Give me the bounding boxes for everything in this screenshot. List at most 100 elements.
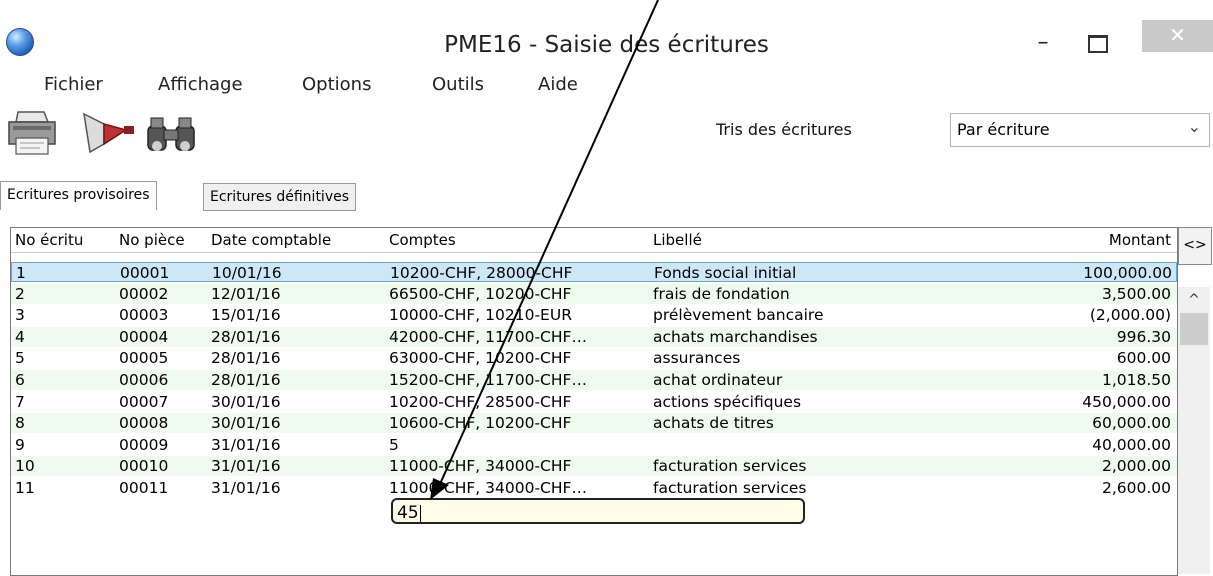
row-no-piece: 00002 [119,284,169,303]
row-no-piece: 00003 [119,306,169,325]
row-montant: 996.30 [1116,327,1171,346]
row-comptes: 11000-CHF, 34000-CHF… [389,479,587,497]
tab-ecritures-definitives[interactable]: Ecritures définitives [203,183,357,211]
table-row[interactable]: 4 00004 28/01/16 42000-CHF, 11700-CHF… achat… [11,326,1177,347]
maximize-icon [1088,35,1108,53]
row-date: 30/01/16 [211,414,281,433]
table-row[interactable]: 6 00006 28/01/16 15200-CHF, 11700-CHF… achat… [11,370,1177,390]
row-montant: (2,000.00) [1089,306,1171,325]
maximize-button[interactable] [1082,30,1112,58]
row-date: 31/01/16 [211,479,281,497]
printer-icon[interactable] [4,108,62,158]
menu-fichier[interactable]: Fichier [44,74,103,95]
row-no-ecriture: 9 [15,435,25,454]
row-no-piece: 00011 [119,479,169,497]
row-montant: 100,000.00 [1083,264,1172,282]
row-libelle: frais de fondation [653,284,790,303]
row-no-ecriture: 5 [15,349,25,368]
row-no-ecriture: 6 [15,371,25,389]
row-date: 28/01/16 [211,327,281,346]
row-date: 30/01/16 [211,392,281,411]
header-date-comptable[interactable]: Date comptable [211,231,371,249]
header-libelle[interactable]: Libellé [653,231,973,249]
row-no-ecriture: 4 [15,327,25,346]
inline-account-editor[interactable]: 45 [391,498,805,524]
row-no-ecriture: 3 [15,306,25,325]
menu-bar: Fichier Affichage Options Outils Aide [0,66,1213,100]
scroll-thumb[interactable] [1180,313,1208,345]
row-no-piece: 00010 [119,457,169,476]
sort-select[interactable]: Par écriture ⌄ [950,113,1210,147]
text-caret [419,504,421,522]
row-date: 15/01/16 [211,306,281,325]
table-row[interactable]: 9 00009 31/01/16 5 40,000.00 [11,435,1177,455]
table-row[interactable]: 7 00007 30/01/16 10200-CHF, 28500-CHF action… [11,392,1177,412]
menu-aide[interactable]: Aide [538,74,578,95]
row-no-piece: 00006 [119,371,169,389]
header-comptes[interactable]: Comptes [389,231,639,249]
row-montant: 60,000.00 [1092,414,1171,433]
row-no-piece: 00008 [119,414,169,433]
header-no-piece[interactable]: No pièce [119,231,199,249]
row-comptes: 42000-CHF, 11700-CHF… [389,327,587,346]
row-no-ecriture: 8 [15,414,25,433]
table-row[interactable]: 10 00010 31/01/16 11000-CHF, 34000-CHF factu… [11,456,1177,477]
table-row[interactable]: 1 00001 10/01/16 10200-CHF, 28000-CHF Fonds … [11,262,1177,282]
header-montant[interactable]: Montant [991,231,1171,249]
row-libelle: prélèvement bancaire [653,306,824,325]
row-date: 28/01/16 [211,349,281,368]
menu-affichage[interactable]: Affichage [158,74,243,95]
tab-strip: Ecritures provisoires Ecritures définiti… [0,181,1213,211]
row-montant: 40,000.00 [1092,435,1171,454]
table-row[interactable]: 2 00002 12/01/16 66500-CHF, 10200-CHF frais … [11,283,1177,304]
table-row[interactable]: 8 00008 30/01/16 10600-CHF, 10200-CHF achats… [11,413,1177,434]
scroll-up-icon[interactable]: ^ [1178,287,1210,311]
table-row[interactable]: 3 00003 15/01/16 10000-CHF, 10210-EUR prélèv… [11,305,1177,325]
row-comptes: 63000-CHF, 10200-CHF [389,349,572,368]
row-no-piece: 00001 [120,264,170,282]
chevron-down-icon: ⌄ [1187,117,1201,136]
filter-funnel-icon[interactable] [80,108,138,158]
sort-select-value: Par écriture [957,120,1050,139]
row-comptes: 10000-CHF, 10210-EUR [389,306,572,325]
row-no-ecriture: 10 [15,457,35,476]
menu-options[interactable]: Options [302,74,371,95]
row-libelle: facturation services [653,457,807,476]
binoculars-icon[interactable] [142,108,200,158]
row-date: 12/01/16 [211,284,281,303]
row-libelle: achats marchandises [653,327,818,346]
row-libelle: Fonds social initial [654,264,797,282]
row-no-ecriture: 2 [15,284,25,303]
table-row[interactable]: 5 00005 28/01/16 63000-CHF, 10200-CHF assura… [11,348,1177,368]
vertical-scrollbar[interactable]: ^ [1178,287,1210,574]
minimize-button[interactable]: – [1028,30,1058,58]
row-no-piece: 00005 [119,349,169,368]
row-comptes: 10200-CHF, 28000-CHF [390,264,573,282]
column-toggle-button[interactable]: <> [1178,227,1212,265]
row-no-piece: 00009 [119,435,169,454]
row-montant: 450,000.00 [1082,392,1171,411]
row-no-ecriture: 11 [15,479,35,497]
table-row[interactable]: 11 00011 31/01/16 11000-CHF, 34000-CHF… fact… [11,478,1177,498]
row-no-piece: 00007 [119,392,169,411]
header-no-ecriture[interactable]: No écritu [15,231,107,249]
row-montant: 600.00 [1116,349,1171,368]
row-no-ecriture: 1 [16,264,26,282]
row-libelle: assurances [653,349,741,368]
row-libelle: facturation services [653,479,807,497]
row-no-piece: 00004 [119,327,169,346]
row-montant: 1,018.50 [1101,371,1171,389]
row-comptes: 5 [389,435,399,454]
row-comptes: 11000-CHF, 34000-CHF [389,457,572,476]
row-libelle: actions spécifiques [653,392,802,411]
row-comptes: 10600-CHF, 10200-CHF [389,414,572,433]
row-libelle: achat ordinateur [653,371,783,389]
title-bar: PME16 - Saisie des écritures – ✕ [0,10,1213,60]
row-libelle: achats de titres [653,414,774,433]
close-button[interactable]: ✕ [1142,20,1213,52]
menu-outils[interactable]: Outils [432,74,484,95]
row-montant: 3,500.00 [1101,284,1171,303]
row-date: 31/01/16 [211,435,281,454]
tab-ecritures-provisoires[interactable]: Ecritures provisoires [0,181,157,210]
inline-editor-value: 45 [397,503,419,523]
